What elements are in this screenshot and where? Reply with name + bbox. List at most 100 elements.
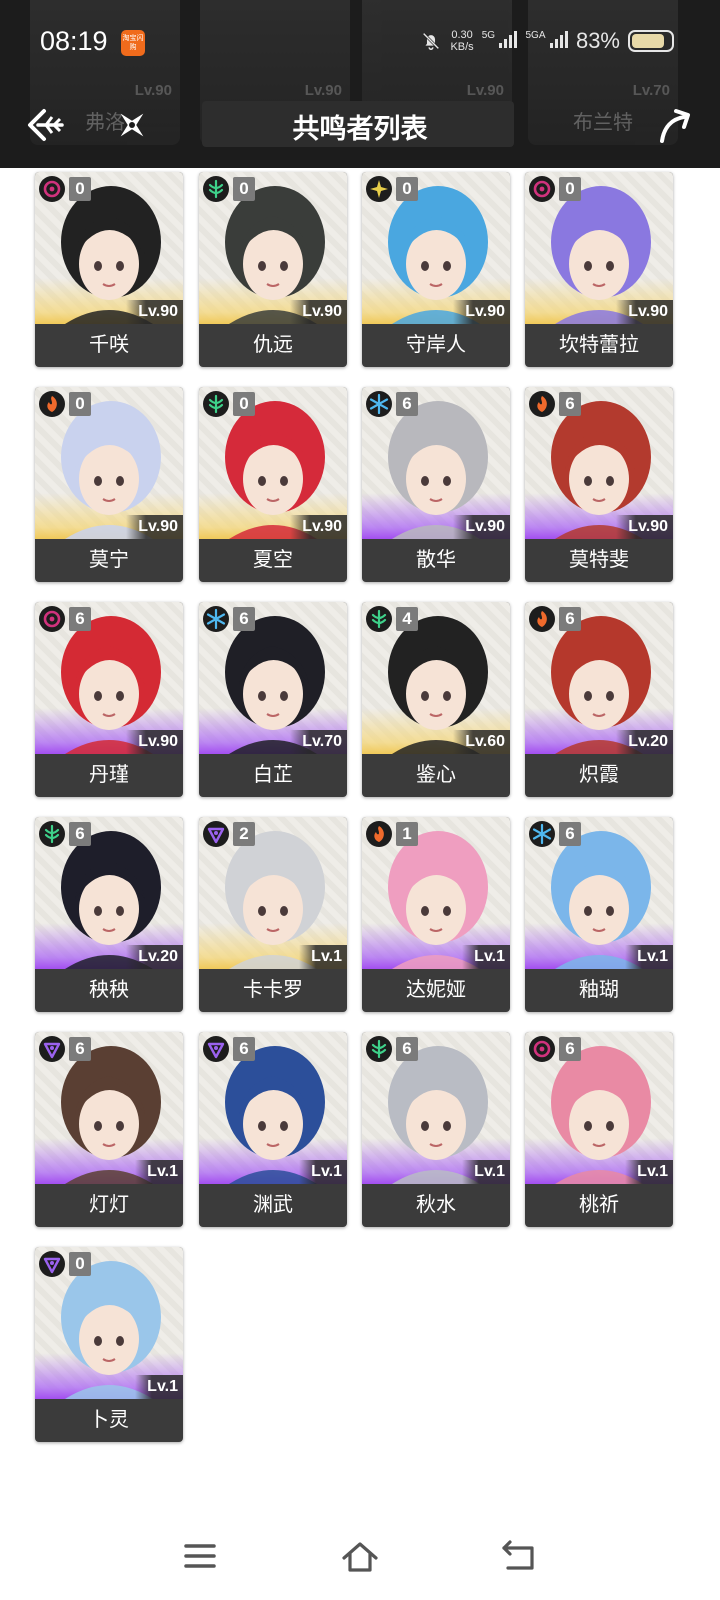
resonator-card[interactable]: 0 Lv.90 守岸人 bbox=[362, 172, 510, 367]
level-label: Lv.1 bbox=[625, 1160, 673, 1184]
sequence-badge: 6 bbox=[69, 1037, 91, 1061]
resonator-card[interactable]: 4 Lv.60 鉴心 bbox=[362, 602, 510, 797]
level-label: Lv.1 bbox=[462, 1160, 510, 1184]
aero-element-icon bbox=[203, 391, 229, 417]
level-label: Lv.90 bbox=[126, 730, 183, 754]
fusion-element-icon bbox=[39, 391, 65, 417]
resonator-name: 卜灵 bbox=[89, 1407, 129, 1431]
resonator-card[interactable]: 6 Lv.20 秧秧 bbox=[35, 817, 183, 1012]
glacio-element-icon bbox=[529, 821, 555, 847]
resonator-card[interactable]: 6 Lv.1 渊武 bbox=[199, 1032, 347, 1227]
level-label: Lv.90 bbox=[126, 300, 183, 324]
resonator-card[interactable]: 6 Lv.1 灯灯 bbox=[35, 1032, 183, 1227]
resonator-card[interactable]: 0 Lv.90 坎特蕾拉 bbox=[525, 172, 673, 367]
resonator-card[interactable]: 6 Lv.70 白芷 bbox=[199, 602, 347, 797]
resonator-card[interactable]: 6 Lv.1 釉瑚 bbox=[525, 817, 673, 1012]
resonator-name: 桃祈 bbox=[579, 1192, 619, 1216]
aero-element-icon bbox=[366, 1036, 392, 1062]
resonator-name: 散华 bbox=[416, 547, 456, 571]
battery-fill bbox=[632, 34, 664, 48]
app-header: Lv.90 弗洛 Lv.90 珂莱 Lv.90 塔 Lv.70 布兰特 08:1… bbox=[0, 0, 720, 168]
resonator-name: 守岸人 bbox=[406, 332, 466, 356]
electro-element-icon bbox=[203, 821, 229, 847]
resonator-card[interactable]: 0 Lv.90 千咲 bbox=[35, 172, 183, 367]
return-icon[interactable] bbox=[500, 1538, 540, 1574]
aero-element-icon bbox=[39, 821, 65, 847]
aero-element-icon bbox=[366, 606, 392, 632]
level-label: Lv.70 bbox=[290, 730, 347, 754]
resonator-name: 釉瑚 bbox=[579, 977, 619, 1001]
clock: 08:19 bbox=[40, 26, 108, 56]
taobao-app-icon: 淘宝闪购 bbox=[121, 30, 145, 56]
resonator-card[interactable]: 1 Lv.1 达妮娅 bbox=[362, 817, 510, 1012]
sequence-badge: 6 bbox=[233, 607, 255, 631]
signal-bars-icon bbox=[499, 30, 518, 48]
status-bar: 08:19 淘宝闪购 0.30 KB/s 5G 5GA 83% bbox=[0, 22, 720, 68]
resonator-card[interactable]: 6 Lv.1 秋水 bbox=[362, 1032, 510, 1227]
resonator-name: 渊武 bbox=[253, 1192, 293, 1216]
title-bar: 共鸣者列表 bbox=[0, 95, 720, 155]
sequence-badge: 6 bbox=[559, 607, 581, 631]
sequence-badge: 0 bbox=[69, 177, 91, 201]
level-label: Lv.1 bbox=[135, 1160, 183, 1184]
menu-icon[interactable] bbox=[180, 1538, 220, 1574]
sequence-badge: 0 bbox=[69, 1252, 91, 1276]
electro-element-icon bbox=[203, 1036, 229, 1062]
sequence-badge: 0 bbox=[396, 177, 418, 201]
page-title: 共鸣者列表 bbox=[292, 114, 428, 145]
resonator-card[interactable]: 0 Lv.90 仇远 bbox=[199, 172, 347, 367]
signal-sim1: 5G bbox=[482, 30, 518, 53]
havoc-element-icon bbox=[529, 176, 555, 202]
signal-bars-icon bbox=[549, 30, 568, 48]
sequence-badge: 6 bbox=[233, 1037, 255, 1061]
havoc-element-icon bbox=[39, 176, 65, 202]
sequence-badge: 1 bbox=[396, 822, 418, 846]
resonator-card[interactable]: 6 Lv.90 莫特斐 bbox=[525, 387, 673, 582]
resonator-name: 坎特蕾拉 bbox=[559, 332, 639, 356]
electro-element-icon bbox=[39, 1251, 65, 1277]
resonator-name: 鉴心 bbox=[416, 762, 456, 786]
sim1-label: 5G bbox=[481, 29, 496, 41]
bell-muted-icon bbox=[423, 32, 440, 50]
resonator-card[interactable]: 2 Lv.1 卡卡罗 bbox=[199, 817, 347, 1012]
level-label: Lv.90 bbox=[453, 515, 510, 539]
sequence-badge: 0 bbox=[233, 177, 255, 201]
sequence-badge: 4 bbox=[396, 607, 418, 631]
resonator-card[interactable]: 6 Lv.1 桃祈 bbox=[525, 1032, 673, 1227]
sequence-badge: 6 bbox=[396, 392, 418, 416]
glacio-element-icon bbox=[366, 391, 392, 417]
sequence-badge: 6 bbox=[396, 1037, 418, 1061]
sequence-badge: 6 bbox=[69, 822, 91, 846]
havoc-element-icon bbox=[529, 1036, 555, 1062]
level-label: Lv.1 bbox=[462, 945, 510, 969]
resonator-name: 灯灯 bbox=[89, 1192, 129, 1216]
resonator-name: 秋水 bbox=[416, 1192, 456, 1216]
home-icon[interactable] bbox=[340, 1538, 380, 1574]
sequence-badge: 0 bbox=[69, 392, 91, 416]
system-navigation-bar bbox=[0, 1510, 720, 1600]
sequence-badge: 6 bbox=[69, 607, 91, 631]
resonator-name: 仇远 bbox=[253, 332, 293, 356]
resonator-card[interactable]: 0 Lv.1 卜灵 bbox=[35, 1247, 183, 1442]
resonator-name: 卡卡罗 bbox=[243, 977, 303, 1001]
level-label: Lv.60 bbox=[453, 730, 510, 754]
level-label: Lv.1 bbox=[135, 1375, 183, 1399]
sequence-badge: 6 bbox=[559, 1037, 581, 1061]
level-label: Lv.90 bbox=[453, 300, 510, 324]
level-label: Lv.1 bbox=[299, 1160, 347, 1184]
fusion-element-icon bbox=[366, 821, 392, 847]
resonator-card[interactable]: 6 Lv.20 炽霞 bbox=[525, 602, 673, 797]
resonator-name: 炽霞 bbox=[579, 762, 619, 786]
resonator-card[interactable]: 6 Lv.90 散华 bbox=[362, 387, 510, 582]
resonator-card[interactable]: 6 Lv.90 丹瑾 bbox=[35, 602, 183, 797]
havoc-element-icon bbox=[39, 606, 65, 632]
fusion-element-icon bbox=[529, 606, 555, 632]
battery-percentage: 83% bbox=[575, 28, 620, 53]
level-label: Lv.90 bbox=[126, 515, 183, 539]
resonator-card[interactable]: 0 Lv.90 莫宁 bbox=[35, 387, 183, 582]
battery-icon bbox=[628, 30, 674, 52]
resonator-card[interactable]: 0 Lv.90 夏空 bbox=[199, 387, 347, 582]
sequence-badge: 0 bbox=[559, 177, 581, 201]
curved-arrow-icon[interactable] bbox=[654, 105, 696, 145]
level-label: Lv.20 bbox=[616, 730, 673, 754]
